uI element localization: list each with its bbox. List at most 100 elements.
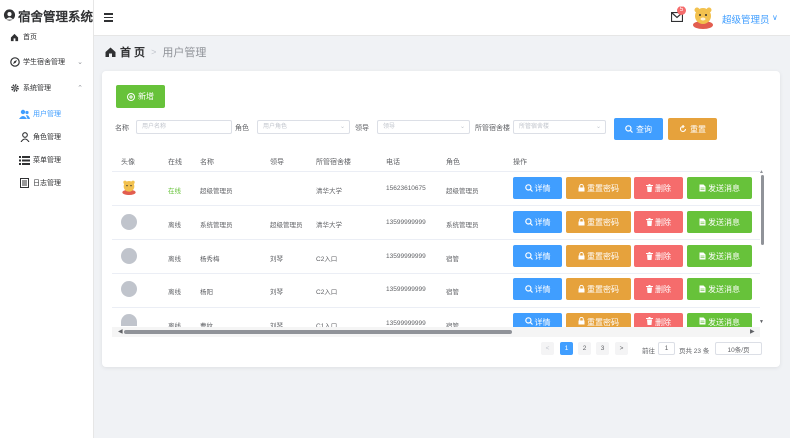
role-cell: 宿管: [446, 256, 459, 263]
avatar: [121, 314, 137, 326]
horizontal-scrollbar[interactable]: [124, 330, 512, 334]
phone-cell: 13599999999: [386, 286, 426, 293]
sidebar-item-home[interactable]: 首页: [0, 28, 94, 46]
detail-button[interactable]: 详情: [513, 177, 562, 199]
scroll-down-arrow-icon[interactable]: ▼: [759, 319, 764, 325]
gear-icon: [9, 83, 20, 94]
page-button-2[interactable]: 2: [578, 342, 591, 355]
role-filter-label: 角色: [235, 125, 249, 132]
reset-password-button[interactable]: 重置密码: [566, 313, 631, 327]
reset-password-button[interactable]: 重置密码: [566, 245, 631, 267]
refresh-icon: [679, 125, 687, 133]
prev-page-button[interactable]: <: [541, 342, 554, 355]
send-message-button-label: 发送消息: [708, 318, 740, 327]
delete-button[interactable]: 删除: [634, 313, 683, 327]
send-message-button[interactable]: 发送消息: [687, 177, 752, 199]
delete-button[interactable]: 删除: [634, 245, 683, 267]
app-title: 宿舍管理系统: [17, 9, 93, 24]
dorm-filter-label: 所管宿舍楼: [475, 125, 510, 132]
send-message-button[interactable]: 发送消息: [687, 278, 752, 300]
column-header-avatar: 头像: [121, 159, 135, 166]
add-button[interactable]: 新增: [116, 85, 165, 108]
trash-icon: [646, 218, 653, 226]
breadcrumb-separator: >: [151, 47, 157, 57]
lock-icon: [578, 252, 585, 260]
sidebar-item-logs[interactable]: 日志管理: [0, 174, 94, 192]
dorm-cell: C2入口: [316, 289, 338, 296]
scroll-right-arrow-icon[interactable]: ▶: [750, 328, 755, 335]
detail-button-label: 详情: [534, 183, 551, 193]
online-status: 在线: [168, 188, 181, 195]
chevron-down-icon[interactable]: ∨: [772, 13, 778, 22]
detail-button-label: 详情: [534, 251, 551, 261]
leader-filter-select[interactable]: 领导 ⌄: [377, 120, 470, 134]
notification-badge: 5: [677, 6, 686, 15]
reset-password-button[interactable]: 重置密码: [566, 278, 631, 300]
user-name[interactable]: 超级管理员: [722, 12, 770, 26]
role-filter-select[interactable]: 用户角色 ⌄: [257, 120, 350, 134]
reset-password-button-label: 重置密码: [587, 217, 619, 227]
document-icon: [699, 184, 706, 192]
goto-label: 前往: [642, 348, 655, 355]
scroll-left-arrow-icon[interactable]: ◀: [118, 328, 123, 335]
column-header-role: 角色: [446, 159, 460, 166]
send-message-button[interactable]: 发送消息: [687, 211, 752, 233]
leader-cell: 超级管理员: [270, 222, 303, 229]
reset-password-button[interactable]: 重置密码: [566, 177, 631, 199]
total-count: 页共 23 条: [679, 348, 710, 355]
online-status: 离线: [168, 256, 181, 263]
role-filter-placeholder: 用户角色: [263, 124, 288, 130]
header-divider: [112, 171, 760, 172]
sidebar-item-roles[interactable]: 角色管理: [0, 128, 94, 146]
lock-icon: [578, 317, 585, 325]
sidebar-item-system[interactable]: 系统管理 ⌃: [0, 79, 94, 97]
dorm-filter-select[interactable]: 所管宿舍楼 ⌄: [513, 120, 606, 134]
vertical-scrollbar[interactable]: [761, 175, 764, 245]
goto-page-input[interactable]: 1: [658, 342, 675, 355]
detail-button[interactable]: 详情: [513, 278, 562, 300]
delete-button[interactable]: 删除: [634, 278, 683, 300]
sidebar-item-users[interactable]: 用户管理: [0, 105, 94, 123]
detail-button[interactable]: 详情: [513, 313, 562, 327]
user-name-cell: 超级管理员: [200, 188, 233, 195]
detail-button[interactable]: 详情: [513, 211, 562, 233]
reset-button[interactable]: 重置: [668, 118, 717, 140]
detail-button[interactable]: 详情: [513, 245, 562, 267]
document-icon: [19, 178, 30, 189]
role-cell: 宿管: [446, 289, 459, 296]
menu-toggle-icon[interactable]: [104, 13, 113, 22]
phone-cell: 15623610675: [386, 185, 426, 192]
reset-password-button[interactable]: 重置密码: [566, 211, 631, 233]
search-icon: [524, 317, 533, 325]
chevron-down-icon: ⌄: [459, 124, 465, 130]
avatar[interactable]: [691, 5, 715, 29]
row-divider: [112, 307, 760, 308]
column-header-leader: 领导: [270, 159, 284, 166]
delete-button-label: 删除: [655, 284, 671, 294]
send-message-button[interactable]: 发送消息: [687, 245, 752, 267]
breadcrumb-current: 用户管理: [162, 47, 207, 59]
send-message-button-label: 发送消息: [708, 284, 740, 294]
page-button-1[interactable]: 1: [560, 342, 573, 355]
page-button-3[interactable]: 3: [596, 342, 609, 355]
search-icon: [524, 218, 533, 226]
column-header-phone: 电话: [386, 159, 400, 166]
next-page-button[interactable]: >: [615, 342, 628, 355]
page-size-select[interactable]: 10条/页: [715, 342, 762, 355]
delete-button[interactable]: 删除: [634, 211, 683, 233]
send-message-button[interactable]: 发送消息: [687, 313, 752, 327]
sidebar-item-menus[interactable]: 菜单管理: [0, 151, 94, 169]
name-filter-label: 名称: [115, 125, 129, 132]
name-filter-input[interactable]: 用户名称: [136, 120, 232, 134]
delete-button[interactable]: 删除: [634, 177, 683, 199]
reset-password-button-label: 重置密码: [587, 251, 619, 261]
breadcrumb-home[interactable]: 首 页: [105, 44, 145, 60]
delete-button-label: 删除: [655, 251, 671, 261]
query-button[interactable]: 查询: [614, 118, 663, 140]
chevron-up-icon: ⌃: [77, 85, 83, 92]
sidebar-item-label: 系统管理: [23, 85, 51, 92]
row-divider: [112, 205, 760, 206]
sidebar-item-dorm[interactable]: 学生宿舍管理 ⌄: [0, 53, 94, 71]
column-header-dorm: 所管宿舍楼: [316, 159, 351, 166]
user-name-cell: 系统管理员: [200, 222, 233, 229]
